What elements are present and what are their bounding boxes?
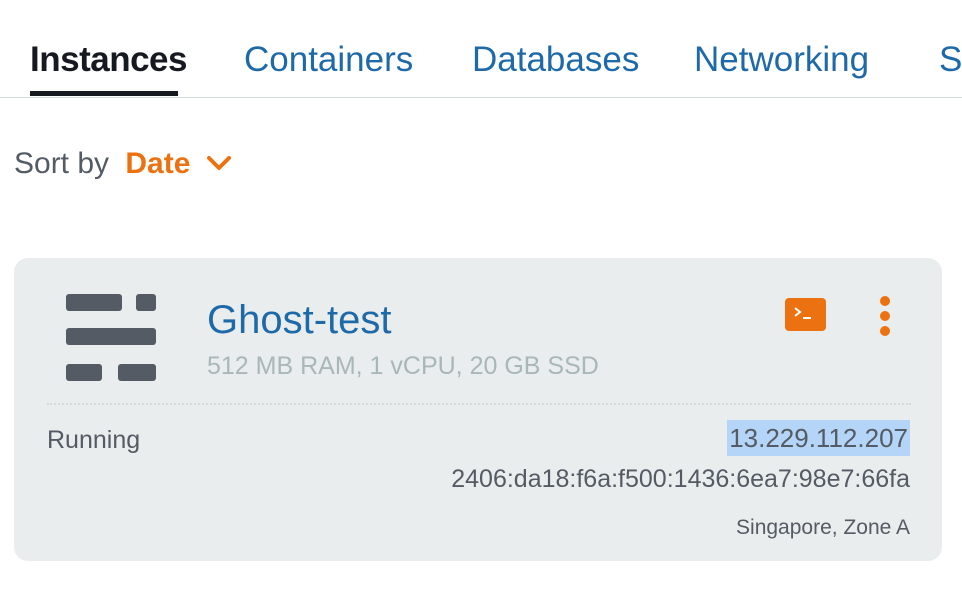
- instance-name-link[interactable]: Ghost-test: [207, 296, 392, 344]
- sort-value: Date: [125, 147, 191, 180]
- chevron-down-icon: [206, 143, 231, 181]
- tab-storage[interactable]: St: [939, 38, 962, 82]
- card-divider: [47, 403, 911, 405]
- instance-location: Singapore, Zone A: [736, 516, 910, 539]
- connect-ssh-button[interactable]: [785, 298, 826, 331]
- public-ipv6-address: 2406:da18:f6a:f500:1436:6ea7:98e7:66fa: [451, 465, 910, 493]
- sort-dropdown[interactable]: Date: [117, 143, 231, 183]
- sort-label: Sort by: [14, 147, 110, 180]
- more-vertical-icon[interactable]: [872, 296, 898, 336]
- tab-databases[interactable]: Databases: [472, 38, 639, 82]
- instance-specs: 512 MB RAM, 1 vCPU, 20 GB SSD: [207, 352, 599, 380]
- tab-bar: Instances Containers Databases Networkin…: [0, 0, 962, 98]
- instances-page: Instances Containers Databases Networkin…: [0, 0, 962, 610]
- sort-control: Sort by Date: [14, 145, 231, 183]
- terminal-icon: [792, 302, 820, 326]
- active-tab-indicator: [30, 91, 178, 96]
- tab-networking[interactable]: Networking: [694, 38, 869, 82]
- tab-instances[interactable]: Instances: [30, 38, 187, 82]
- public-ipv4-address: 13.229.112.207: [727, 420, 910, 456]
- instance-status: Running: [47, 426, 141, 454]
- server-icon: [66, 294, 156, 382]
- instance-card[interactable]: Ghost-test 512 MB RAM, 1 vCPU, 20 GB SSD…: [14, 258, 942, 561]
- tab-containers[interactable]: Containers: [244, 38, 413, 82]
